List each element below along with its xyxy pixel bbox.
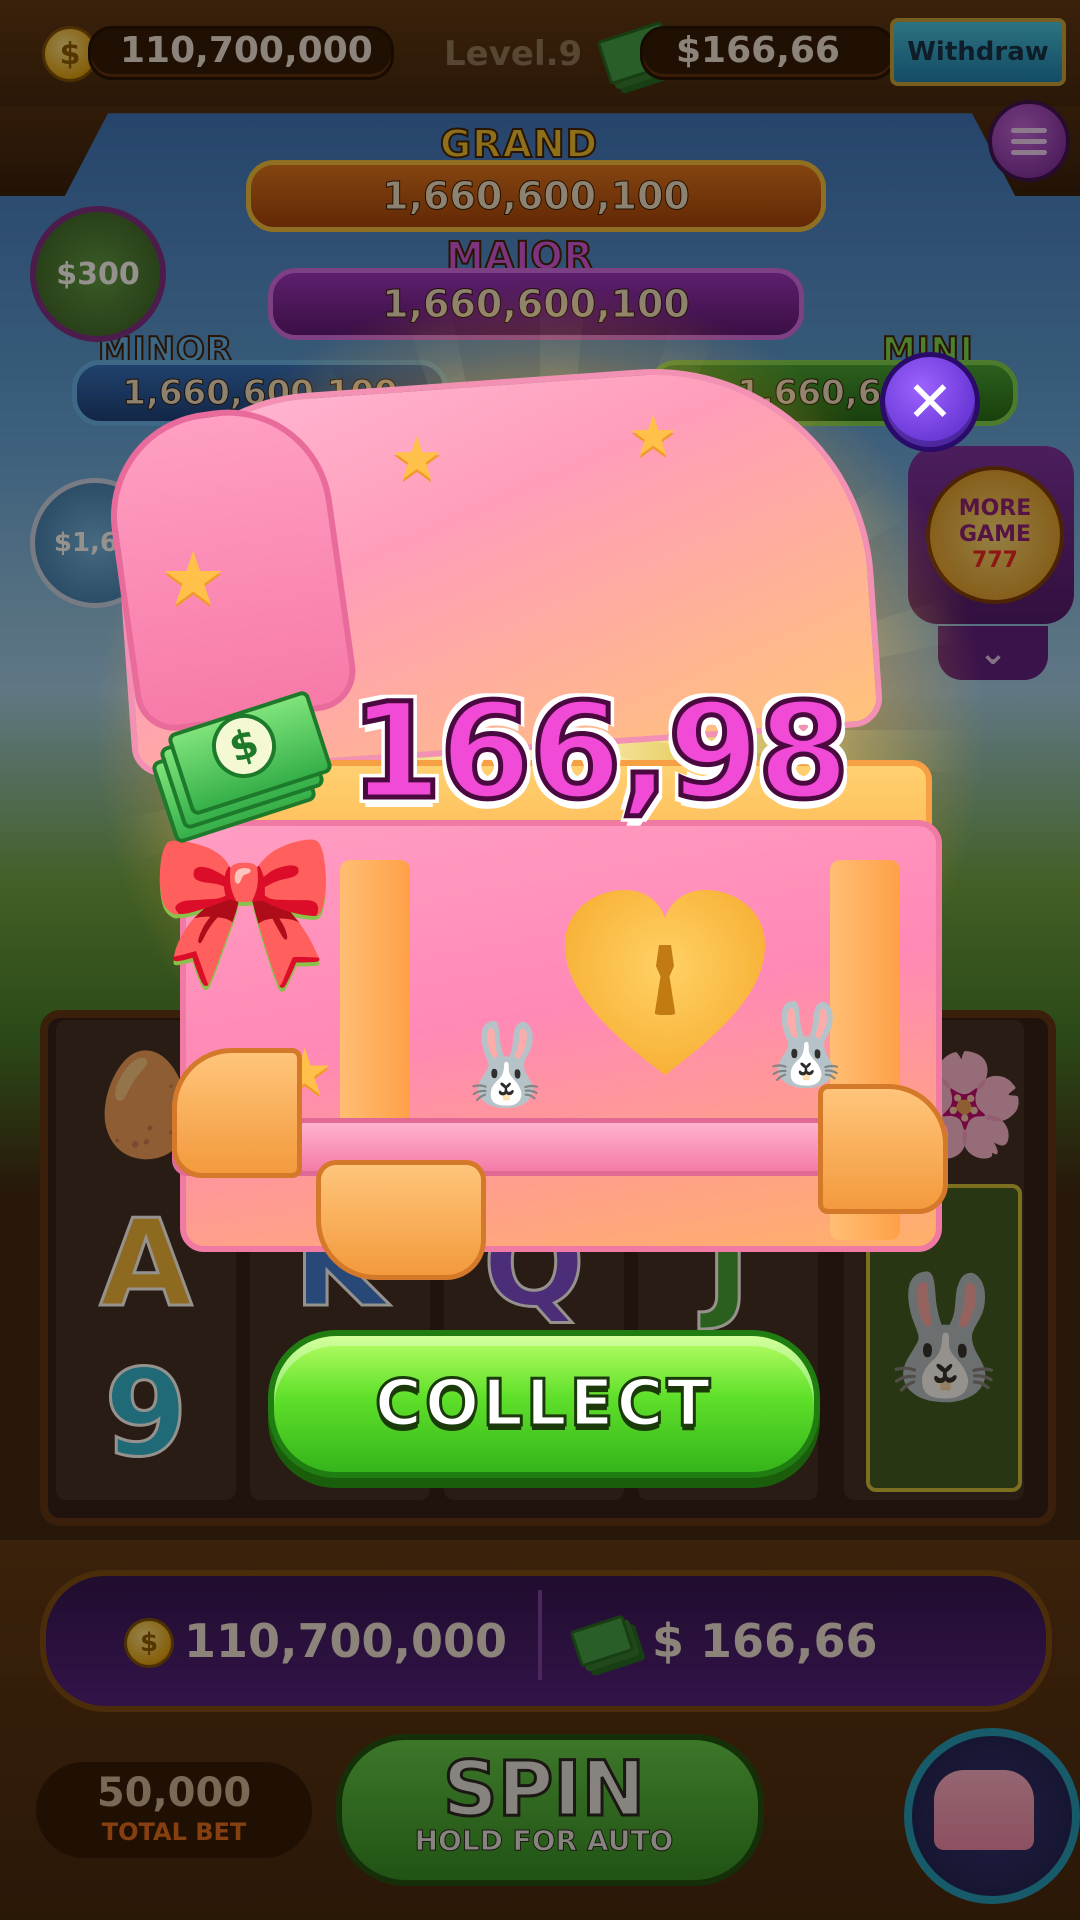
star-decoration: ★	[160, 536, 227, 622]
cash-stack-icon: $	[150, 689, 334, 845]
collect-button[interactable]: COLLECT	[268, 1330, 820, 1478]
bunny-decoration: 🐰	[456, 1018, 556, 1111]
star-decoration: ★	[628, 404, 679, 469]
star-decoration: ★	[390, 424, 444, 494]
close-icon[interactable]: ✕	[880, 352, 980, 452]
chest-corner	[316, 1160, 486, 1280]
chest-corner	[818, 1084, 948, 1214]
reward-amount: 166,98	[348, 673, 852, 832]
chest-corner	[172, 1048, 302, 1178]
